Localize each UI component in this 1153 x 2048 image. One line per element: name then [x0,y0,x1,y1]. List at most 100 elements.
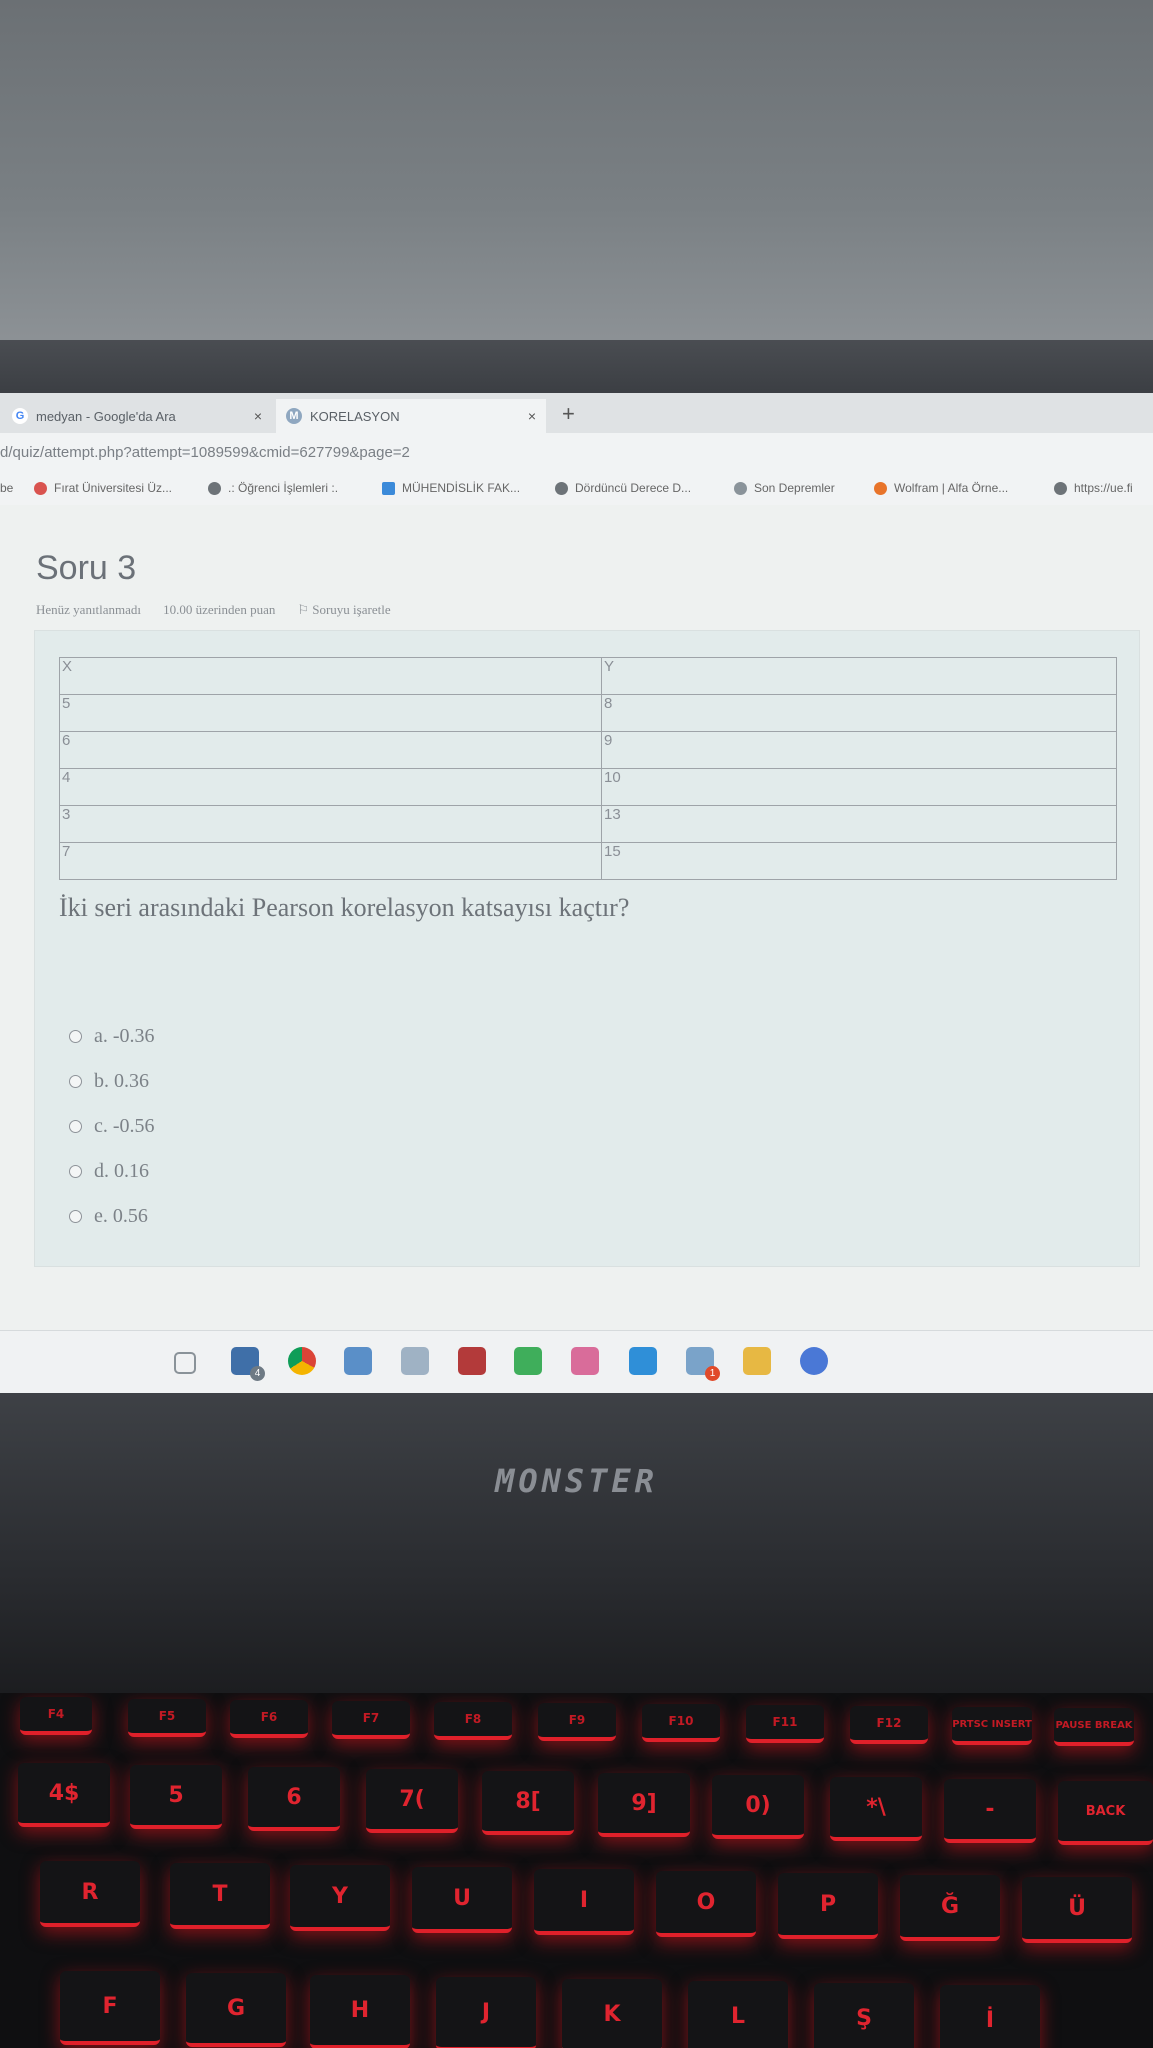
key-s-cedilla[interactable]: Ş [814,1983,914,2048]
answer-option-b[interactable]: b. 0.36 [69,1059,155,1104]
table-cell: 9 [601,731,1117,769]
answer-option-e[interactable]: e. 0.56 [69,1194,155,1239]
bookmark-item[interactable]: .: Öğrenci İşlemleri :. [208,481,338,495]
drive-icon [382,481,395,495]
key-f10[interactable]: F10 [642,1704,720,1742]
key-h[interactable]: H [310,1975,410,2048]
close-icon[interactable]: × [528,408,536,424]
key-t[interactable]: T [170,1863,270,1929]
discord-icon[interactable] [800,1347,828,1375]
close-icon[interactable]: × [254,408,262,424]
key-f9[interactable]: F9 [538,1703,616,1741]
key-prtsc[interactable]: PRTSC INSERT [952,1707,1032,1745]
answer-option-d[interactable]: d. 0.16 [69,1149,155,1194]
key-g-breve[interactable]: Ğ [900,1875,1000,1941]
key-8[interactable]: 8[ [482,1771,574,1835]
radio-button[interactable] [69,1210,82,1223]
key-f12[interactable]: F12 [850,1706,928,1744]
key-r[interactable]: R [40,1861,140,1927]
tab-google-search[interactable]: G medyan - Google'da Ara × [0,399,272,433]
key-f11[interactable]: F11 [746,1705,824,1743]
key-0[interactable]: 0) [712,1775,804,1839]
tab-korelasyon[interactable]: M KORELASYON × [276,399,546,433]
bookmark-item[interactable]: Fırat Üniversitesi Üz... [34,481,172,495]
instagram-icon[interactable] [571,1347,599,1375]
question-text: İki seri arasındaki Pearson korelasyon k… [59,893,630,922]
data-table: X Y 5 8 6 9 4 10 3 13 7 15 [59,657,1117,880]
answer-option-c[interactable]: c. -0.56 [69,1104,155,1149]
room-wall [0,0,1153,345]
key-backspace[interactable]: BACK [1058,1781,1153,1845]
pen-app-icon[interactable] [401,1347,429,1375]
table-cell: 4 [59,768,602,806]
table-header-row: X Y [59,657,1117,695]
key-f6[interactable]: F6 [230,1700,308,1738]
twitter-icon[interactable] [629,1347,657,1375]
key-pause[interactable]: PAUSE BREAK [1054,1708,1134,1746]
bookmark-item[interactable]: MÜHENDİSLİK FAK... [382,481,520,495]
quiz-page: Soru 3 Henüz yanıtlanmadı 10.00 üzerinde… [0,505,1153,1393]
bookmark-item[interactable]: Dördüncü Derece D... [555,481,691,495]
question-card: X Y 5 8 6 9 4 10 3 13 7 15 İki seri aras… [34,630,1140,1267]
bookmark-item[interactable]: https://ue.fi [1054,481,1133,495]
radio-button[interactable] [69,1120,82,1133]
answer-option-a[interactable]: a. -0.36 [69,1014,155,1059]
key-7[interactable]: 7( [366,1769,458,1833]
spotify-icon[interactable] [514,1347,542,1375]
key-6[interactable]: 6 [248,1767,340,1831]
key-f8[interactable]: F8 [434,1702,512,1740]
radio-button[interactable] [69,1030,82,1043]
key-k[interactable]: K [562,1979,662,2048]
file-explorer-icon[interactable] [743,1347,771,1375]
table-row: 7 15 [59,842,1117,880]
key-f4[interactable]: F4 [20,1697,92,1735]
key-i[interactable]: I [534,1869,634,1935]
laptop-screen: G medyan - Google'da Ara × M KORELASYON … [0,393,1153,1393]
key-y[interactable]: Y [290,1865,390,1931]
moodle-icon: M [286,408,302,424]
new-tab-button[interactable]: + [562,401,575,427]
key-g[interactable]: G [186,1973,286,2047]
key-9[interactable]: 9] [598,1773,690,1837]
red-app-icon[interactable] [458,1347,486,1375]
question-title: Soru 3 [36,549,137,587]
mail-icon[interactable]: 4 [231,1347,265,1381]
table-cell: 10 [601,768,1117,806]
key-j[interactable]: J [436,1977,536,2048]
chrome-icon[interactable] [288,1347,316,1375]
key-4[interactable]: 4$ [18,1763,110,1827]
table-cell: 6 [59,731,602,769]
globe-icon [1054,481,1067,495]
key-f5[interactable]: F5 [128,1699,206,1737]
key-minus[interactable]: - [944,1779,1036,1843]
key-asterisk[interactable]: *\ [830,1777,922,1841]
radio-button[interactable] [69,1165,82,1178]
key-i-dot[interactable]: İ [940,1985,1040,2048]
3d-viewer-icon[interactable] [344,1347,372,1375]
key-u[interactable]: U [412,1867,512,1933]
key-f7[interactable]: F7 [332,1701,410,1739]
key-f[interactable]: F [60,1971,160,2045]
table-header-cell: Y [601,657,1117,695]
bookmark-item[interactable]: Wolfram | Alfa Örne... [874,481,1008,495]
url-text: d/quiz/attempt.php?attempt=1089599&cmid=… [0,444,410,461]
globe-icon [208,481,221,495]
question-points: 10.00 üzerinden puan [163,602,276,617]
key-5[interactable]: 5 [130,1765,222,1829]
key-p[interactable]: P [778,1873,878,1939]
flag-question-link[interactable]: ⚐ Soruyu işaretle [297,602,390,618]
address-bar[interactable]: d/quiz/attempt.php?attempt=1089599&cmid=… [0,433,1153,473]
key-u-umlaut[interactable]: Ü [1022,1877,1132,1943]
google-icon: G [12,408,28,424]
quake-icon [734,481,747,495]
radio-button[interactable] [69,1075,82,1088]
table-cell: 3 [59,805,602,843]
bookmark-item[interactable]: be [0,481,13,495]
taskbar: 4 1 [0,1330,1153,1393]
task-view-icon[interactable] [174,1352,196,1374]
bookmark-item[interactable]: Son Depremler [734,481,835,495]
key-l[interactable]: L [688,1981,788,2048]
laptop-bezel-top [0,340,1153,395]
store-icon[interactable]: 1 [686,1347,720,1381]
key-o[interactable]: O [656,1871,756,1937]
